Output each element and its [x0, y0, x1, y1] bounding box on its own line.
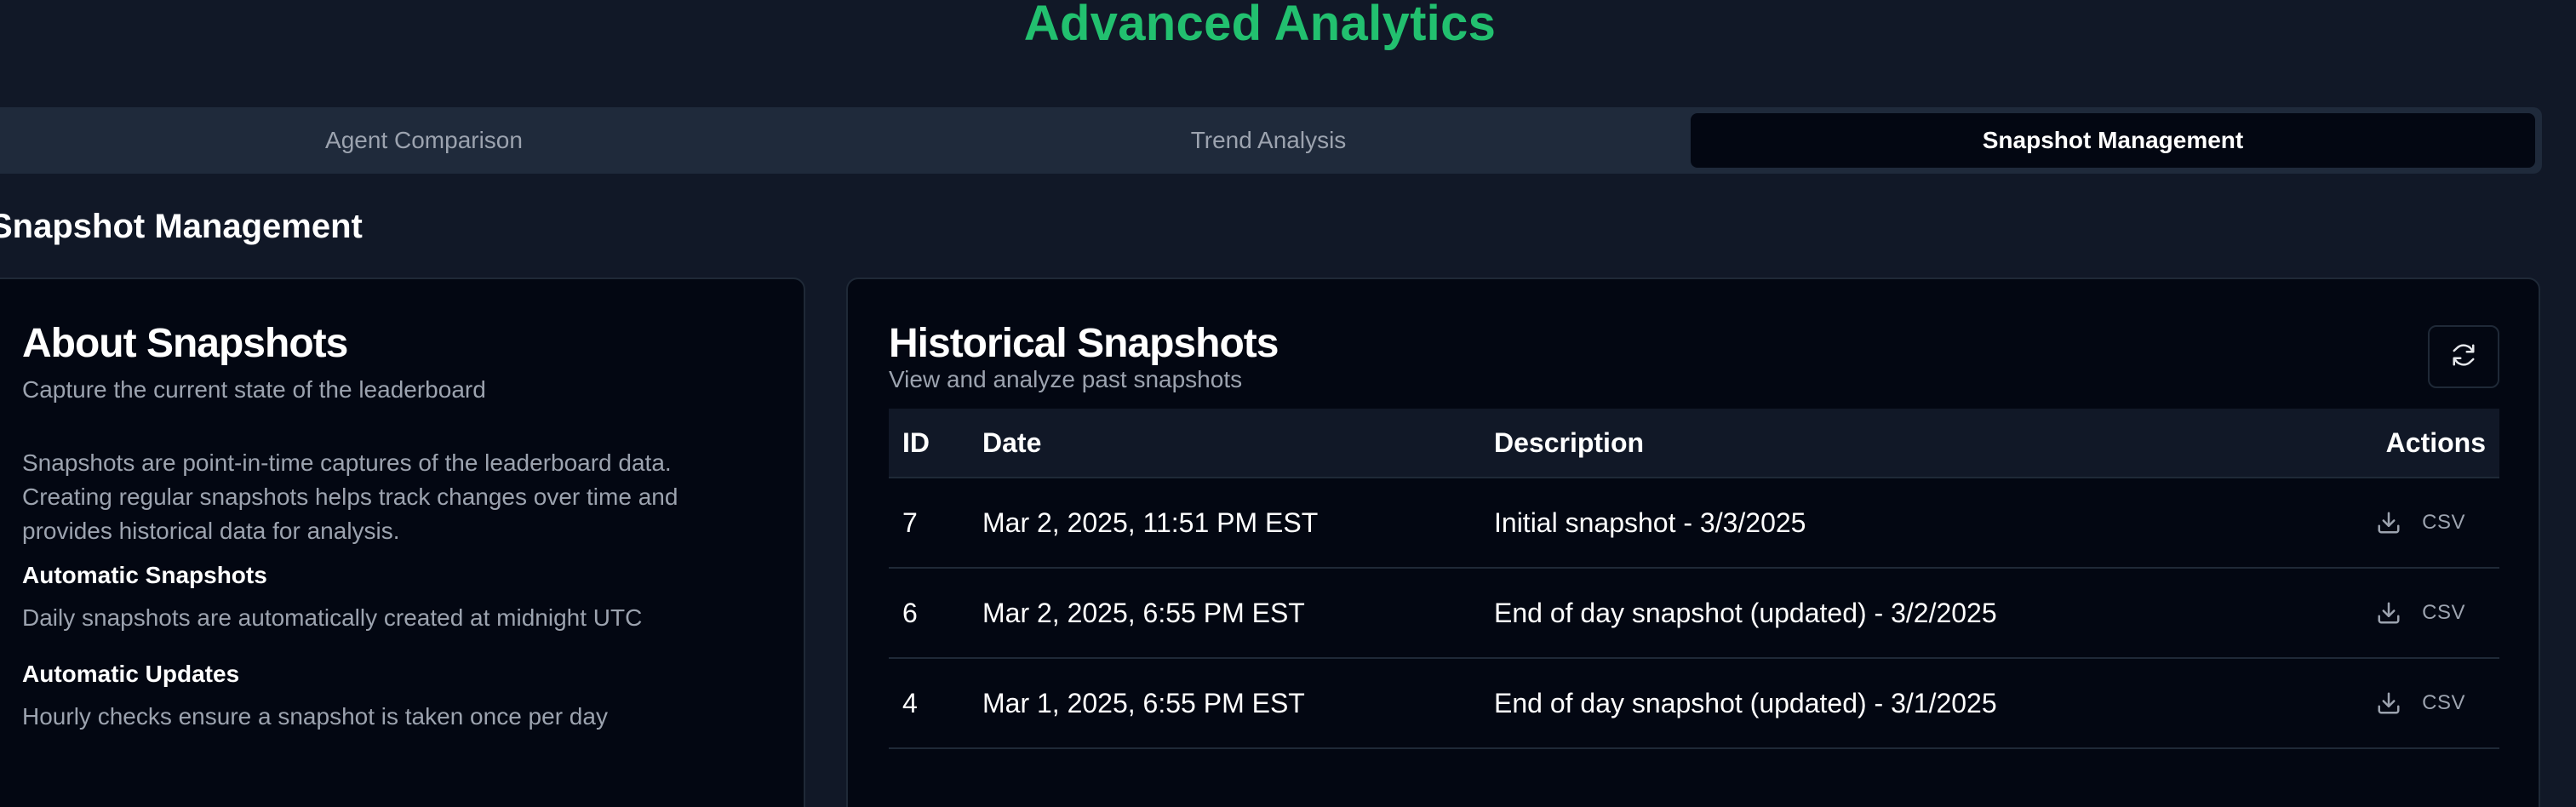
tab-agent-comparison[interactable]: Agent Comparison: [2, 113, 846, 168]
historical-snapshots-card: Historical Snapshots View and analyze pa…: [846, 278, 2540, 807]
table-row: 4 Mar 1, 2025, 6:55 PM EST End of day sn…: [889, 659, 2499, 749]
download-icon: [2376, 600, 2401, 626]
download-icon: [2376, 510, 2401, 535]
column-header-id: ID: [902, 426, 930, 458]
row-date: Mar 1, 2025, 6:55 PM EST: [982, 687, 1305, 718]
row-date: Mar 2, 2025, 6:55 PM EST: [982, 597, 1305, 628]
automatic-snapshots-text: Daily snapshots are automatically create…: [22, 604, 643, 631]
column-header-actions: Actions: [2385, 426, 2486, 458]
table-row: 7 Mar 2, 2025, 11:51 PM EST Initial snap…: [889, 478, 2499, 569]
about-description: Snapshots are point-in-time captures of …: [22, 449, 678, 544]
row-description: End of day snapshot (updated) - 3/1/2025: [1494, 687, 1997, 718]
refresh-icon: [2451, 342, 2476, 372]
about-subtitle: Capture the current state of the leaderb…: [22, 376, 486, 403]
automatic-snapshots-heading: Automatic Snapshots: [22, 562, 267, 588]
column-header-date: Date: [982, 426, 1042, 458]
history-subtitle: View and analyze past snapshots: [889, 366, 1243, 392]
snapshots-table: ID Date Description Actions 7 Mar 2, 202…: [889, 409, 2499, 749]
tab-snapshot-management[interactable]: Snapshot Management: [1691, 113, 2535, 168]
history-title: Historical Snapshots: [889, 321, 1279, 366]
row-id: 7: [902, 507, 918, 538]
tab-trend-analysis[interactable]: Trend Analysis: [846, 113, 1691, 168]
row-id: 6: [902, 597, 918, 628]
csv-export-button[interactable]: CSV: [2227, 690, 2499, 716]
csv-export-button[interactable]: CSV: [2227, 510, 2499, 535]
analytics-page: Advanced Analytics Agent Comparison Tren…: [0, 0, 2576, 807]
csv-label: CSV: [2422, 601, 2465, 624]
about-title: About Snapshots: [22, 321, 348, 366]
automatic-updates-text: Hourly checks ensure a snapshot is taken…: [22, 703, 608, 730]
csv-label: CSV: [2422, 691, 2465, 714]
table-header: ID Date Description Actions: [889, 409, 2499, 478]
row-description: End of day snapshot (updated) - 3/2/2025: [1494, 597, 1997, 628]
row-description: Initial snapshot - 3/3/2025: [1494, 507, 1806, 538]
refresh-button[interactable]: [2428, 325, 2499, 388]
download-icon: [2376, 690, 2401, 716]
column-header-description: Description: [1494, 426, 1645, 458]
section-title: Snapshot Management: [0, 208, 363, 245]
csv-label: CSV: [2422, 511, 2465, 534]
row-id: 4: [902, 687, 918, 718]
csv-export-button[interactable]: CSV: [2227, 600, 2499, 626]
about-snapshots-card: About Snapshots Capture the current stat…: [0, 278, 805, 807]
row-date: Mar 2, 2025, 11:51 PM EST: [982, 507, 1319, 538]
page-title: Advanced Analytics: [1023, 0, 1497, 51]
table-row: 6 Mar 2, 2025, 6:55 PM EST End of day sn…: [889, 569, 2499, 659]
analytics-tabs: Agent Comparison Trend Analysis Snapshot…: [0, 107, 2542, 174]
automatic-updates-heading: Automatic Updates: [22, 661, 240, 687]
